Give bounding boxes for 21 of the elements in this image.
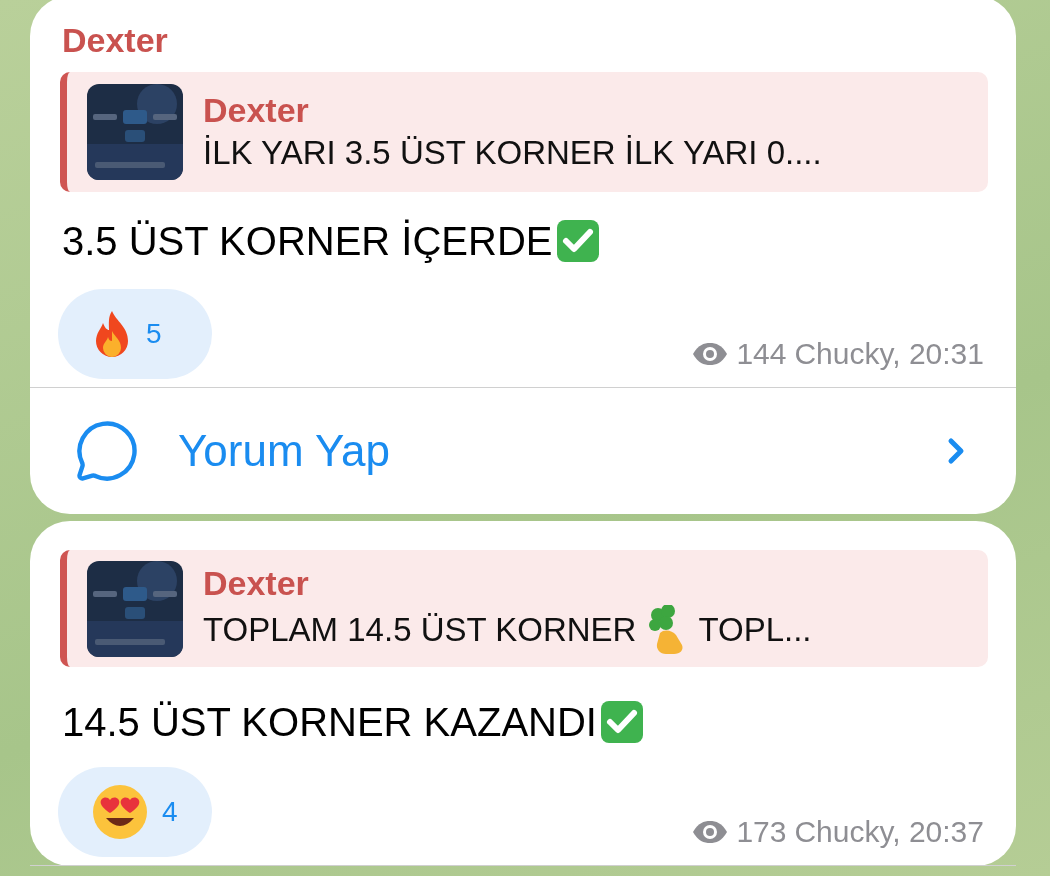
reaction-chip[interactable]: 4 [58, 767, 212, 857]
message-meta: Chucky, 20:31 [794, 337, 984, 371]
sender-name: Dexter [61, 20, 169, 60]
quote-sender: Dexter [203, 562, 310, 603]
views-icon [692, 342, 729, 366]
quote-text: TOPLAM 14.5 ÜST KORNER [203, 609, 637, 650]
message-text: 14.5 ÜST KORNER KAZANDI [62, 699, 597, 746]
quote-sender: Dexter [203, 90, 310, 130]
message-text: 3.5 ÜST KORNER İÇERDE [62, 218, 553, 265]
view-count: 173 [736, 815, 787, 849]
view-count: 144 [736, 337, 787, 371]
message-meta: Chucky, 20:37 [794, 815, 984, 849]
views-icon [692, 820, 729, 844]
comment-bubble-icon [74, 418, 140, 484]
comment-button[interactable]: Yorum Yap [30, 388, 1016, 514]
reply-quote[interactable]: Dexter TOPLAM 14.5 ÜST KORNER TOPL... [60, 550, 988, 667]
quote-text: İLK YARI 3.5 ÜST KORNER İLK YARI 0.... [203, 133, 822, 173]
heart-eyes-emoji-icon [92, 784, 148, 840]
reaction-chip[interactable]: 5 [58, 289, 212, 379]
quote-text: TOPL... [698, 609, 812, 650]
reply-quote[interactable]: Dexter İLK YARI 3.5 ÜST KORNER İLK YARI 0.... [60, 72, 988, 192]
